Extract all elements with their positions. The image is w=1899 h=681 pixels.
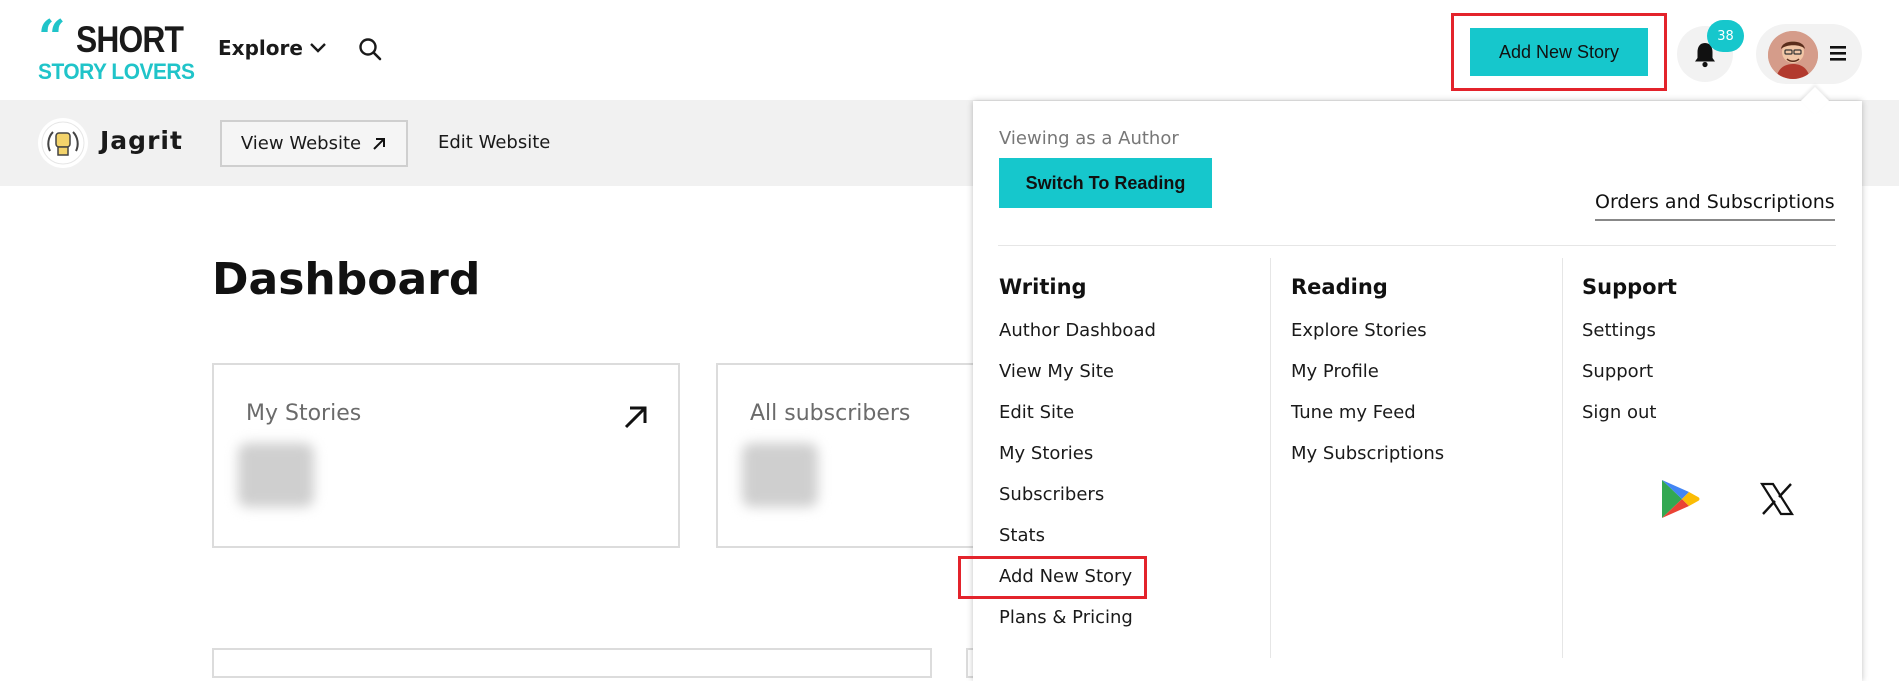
arrow-up-right-icon[interactable]	[622, 403, 650, 431]
logo-line2: STORY LOVERS	[38, 59, 195, 84]
menu-item-plans-pricing[interactable]: Plans & Pricing	[999, 607, 1133, 628]
logo-quote-mark: “	[38, 10, 66, 66]
card-label: All subscribers	[750, 401, 911, 426]
card-label: My Stories	[246, 401, 362, 426]
menu-item-subscribers[interactable]: Subscribers	[999, 484, 1104, 505]
user-avatar[interactable]	[1768, 31, 1818, 79]
edit-website-link[interactable]: Edit Website	[438, 132, 550, 153]
menu-item-view-my-site[interactable]: View My Site	[999, 361, 1114, 382]
menu-item-edit-site[interactable]: Edit Site	[999, 402, 1074, 423]
x-logo-icon[interactable]	[1760, 482, 1794, 516]
highlight-box-add-story-button	[1451, 13, 1667, 91]
google-play-icon[interactable]	[1658, 478, 1700, 520]
view-website-button[interactable]: View Website	[220, 120, 408, 167]
site-name: Jagrit	[100, 126, 183, 155]
notification-count-badge: 38	[1707, 20, 1744, 52]
explore-label: Explore	[218, 36, 303, 60]
chevron-down-icon	[310, 43, 326, 53]
blurred-count	[742, 443, 818, 507]
all-subscribers-card[interactable]: All subscribers	[716, 363, 1016, 548]
orders-and-subscriptions-link[interactable]: Orders and Subscriptions	[1595, 191, 1835, 221]
search-icon[interactable]	[357, 36, 383, 62]
menu-heading-writing: Writing	[999, 275, 1087, 299]
menu-item-support[interactable]: Support	[1582, 361, 1653, 382]
avatar-illustration	[1768, 31, 1818, 79]
blurred-count	[238, 443, 314, 507]
menu-item-stats[interactable]: Stats	[999, 525, 1045, 546]
menu-item-sign-out[interactable]: Sign out	[1582, 402, 1656, 423]
raised-fist-emblem-icon	[41, 121, 85, 165]
switch-to-reading-button[interactable]: Switch To Reading	[999, 158, 1212, 208]
menu-item-tune-my-feed[interactable]: Tune my Feed	[1291, 402, 1416, 423]
menu-item-my-subscriptions[interactable]: My Subscriptions	[1291, 443, 1444, 464]
menu-heading-support: Support	[1582, 275, 1677, 299]
column-divider	[1562, 258, 1563, 658]
external-link-arrow-icon	[373, 137, 386, 150]
viewing-as-label: Viewing as a Author	[999, 128, 1179, 149]
view-website-label: View Website	[240, 133, 362, 154]
menu-item-my-profile[interactable]: My Profile	[1291, 361, 1379, 382]
menu-item-explore-stories[interactable]: Explore Stories	[1291, 320, 1427, 341]
page-title: Dashboard	[212, 254, 481, 305]
menu-item-author-dashboard[interactable]: Author Dashboad	[999, 320, 1156, 341]
menu-divider	[998, 245, 1836, 246]
logo-line1: SHORT	[76, 19, 184, 60]
highlight-box-add-new-story-item	[958, 556, 1147, 599]
site-avatar[interactable]	[38, 118, 88, 168]
explore-menu[interactable]: Explore	[218, 36, 327, 60]
menu-item-my-stories[interactable]: My Stories	[999, 443, 1093, 464]
column-divider	[1270, 258, 1271, 658]
menu-item-settings[interactable]: Settings	[1582, 320, 1656, 341]
dashboard-card-bottom	[212, 648, 932, 678]
menu-heading-reading: Reading	[1291, 275, 1388, 299]
my-stories-card[interactable]: My Stories	[212, 363, 680, 548]
hamburger-menu-icon[interactable]	[1828, 44, 1848, 62]
